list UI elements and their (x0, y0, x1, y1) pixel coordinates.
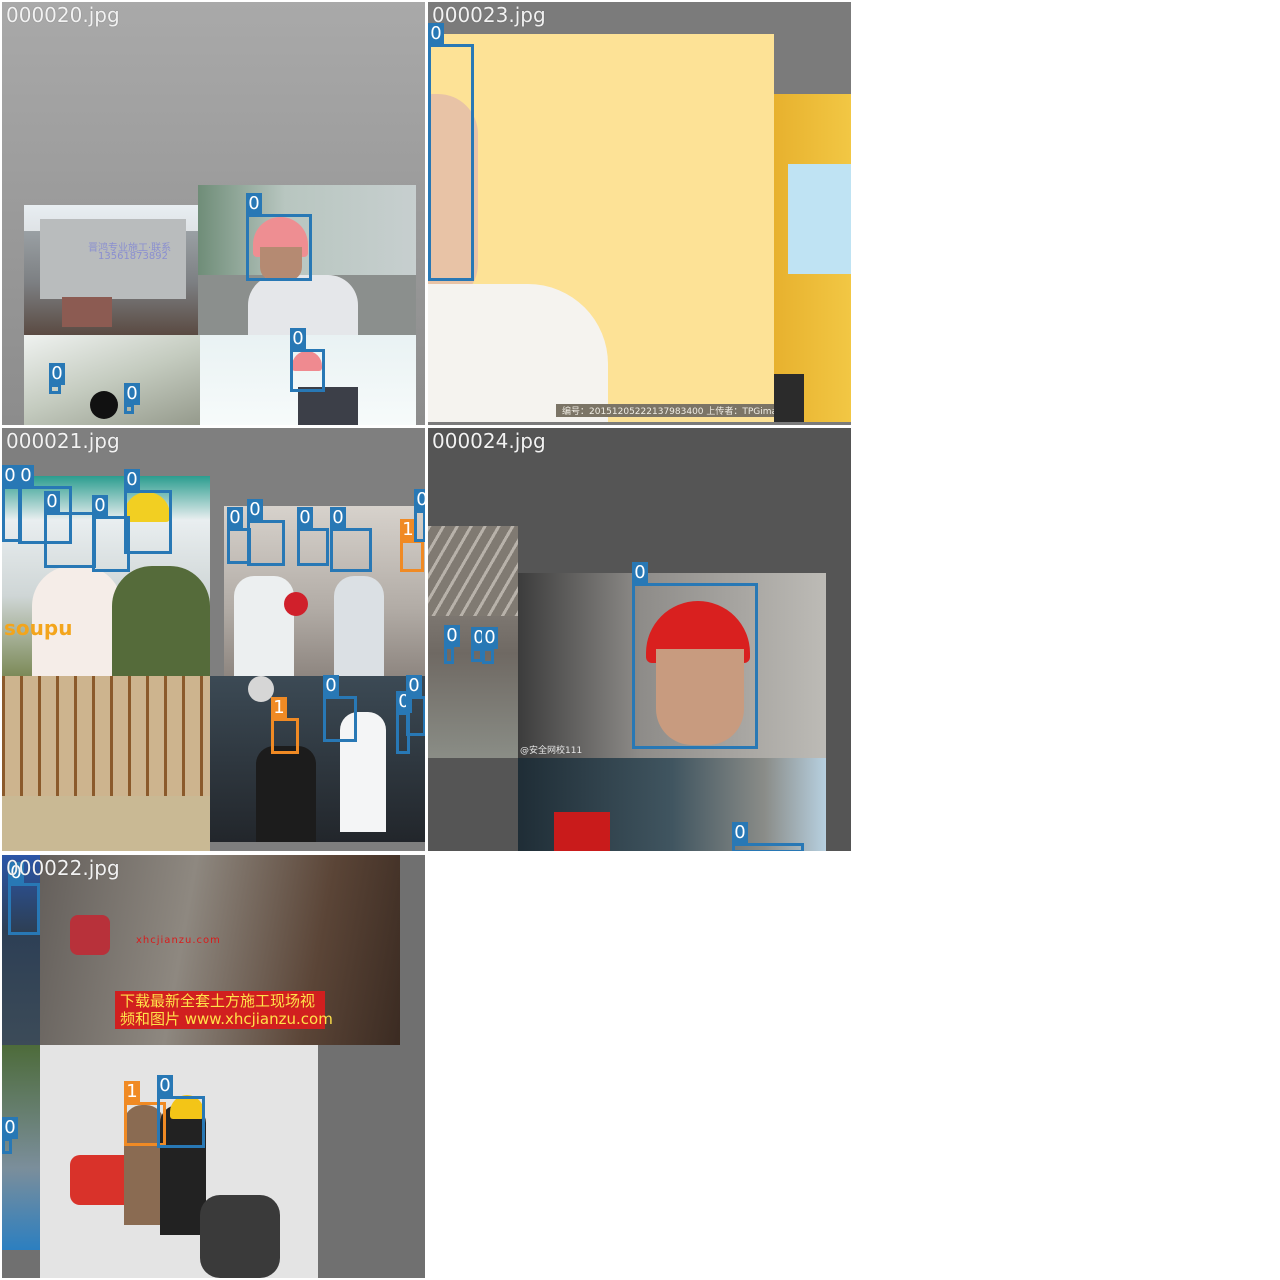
tile-filename: 000023.jpg (432, 3, 546, 27)
site-overlay-text: xhcjianzu.com (136, 935, 221, 946)
banner-line1: 下载最新全套土方施工现场视 (120, 992, 316, 1010)
detection-box: 0 (406, 675, 425, 736)
tile-filename: 000020.jpg (6, 3, 120, 27)
detection-box-class1: 1 (271, 697, 299, 754)
detection-box: 0 (732, 822, 804, 851)
detection-box: 0 (44, 491, 96, 568)
detection-box: 0 (49, 363, 65, 394)
detection-box: 0 (414, 489, 425, 542)
tile-filename: 000021.jpg (6, 429, 120, 453)
tile-000023[interactable]: 000023.jpg 编号：20151205222137983400 上传者：T… (428, 2, 851, 425)
tile-000024[interactable]: 000024.jpg @安全网校111 0 0 0 0 0 (428, 428, 851, 851)
detection-box: 0 (632, 562, 758, 749)
banner-line2: 频和图片 www.xhcjianzu.com (120, 1010, 333, 1028)
detection-box: 0 (323, 675, 357, 742)
motorbike-photo (40, 1045, 318, 1278)
face-photo: 编号：20151205222137983400 上传者：TPGimages (428, 34, 774, 422)
detection-box: 0 (246, 193, 312, 281)
building-photo: 晋鸿专业施工·联系 13561873892 (24, 205, 200, 335)
scaffold-photo (2, 676, 210, 851)
detection-box: 0 (247, 499, 285, 566)
detection-box: 0 (290, 328, 325, 392)
tile-filename: 000024.jpg (432, 429, 546, 453)
crane-photo (774, 94, 851, 422)
detection-box: 0 (124, 469, 172, 554)
logo-watermark: soupu (4, 616, 73, 640)
detection-box: 0 (330, 507, 372, 572)
detection-box: 0 (482, 627, 498, 664)
detection-box: 0 (8, 862, 40, 935)
tile-000020[interactable]: 000020.jpg 晋鸿专业施工·联系 13561873892 0 0 0 0 (2, 2, 425, 425)
tile-filename: 000022.jpg (6, 856, 120, 880)
detection-box: 0 (2, 1117, 18, 1154)
tile-000022[interactable]: 000022.jpg xhcjianzu.com 下载最新全套土方施工现场视 频… (2, 855, 425, 1278)
indoor-photo (210, 676, 425, 842)
tile-000021[interactable]: 000021.jpg soupu 0 0 0 0 0 0 0 0 0 1 0 1… (2, 428, 425, 851)
detection-box: 0 (428, 23, 474, 281)
dirt-site-photo: xhcjianzu.com 下载最新全套土方施工现场视 频和图片 www.xhc… (40, 855, 400, 1045)
site-watermark: @安全网校111 (520, 746, 583, 756)
detection-box: 0 (124, 383, 140, 414)
detection-box-class1: 1 (400, 519, 424, 572)
stock-caption: 编号：20151205222137983400 上传者：TPGimages (556, 404, 774, 417)
detection-box: 0 (297, 507, 329, 566)
building-overlay-phone: 13561873892 (98, 251, 168, 262)
storefront-photo (518, 758, 826, 851)
detection-box: 0 (444, 625, 460, 664)
detection-box: 0 (157, 1075, 205, 1148)
